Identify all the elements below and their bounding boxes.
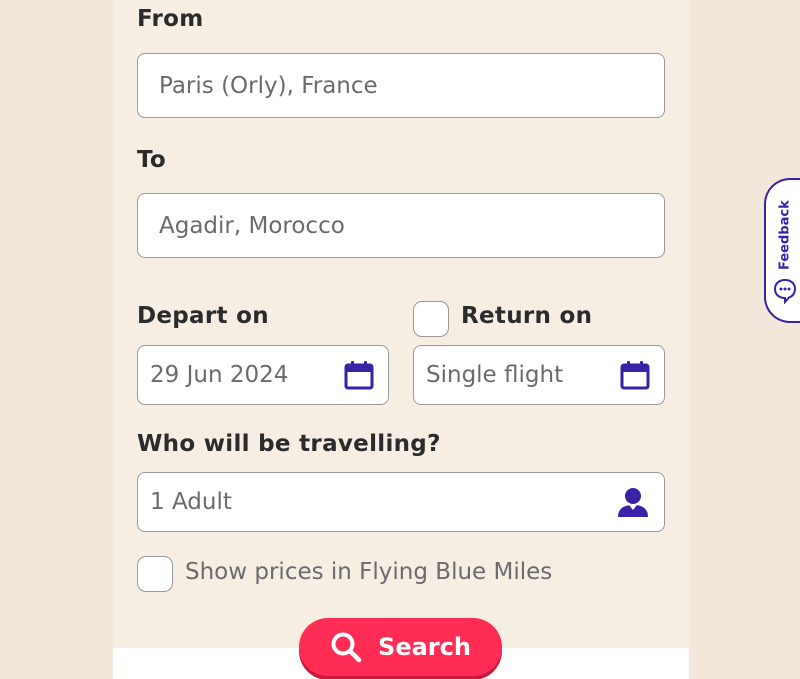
- depart-label: Depart on: [137, 303, 269, 329]
- to-input[interactable]: Agadir, Morocco: [137, 193, 665, 258]
- return-value: Single flight: [426, 362, 564, 388]
- to-label: To: [137, 147, 167, 173]
- feedback-tab[interactable]: Feedback: [764, 178, 800, 323]
- search-icon: [331, 632, 362, 663]
- return-date-input[interactable]: Single flight: [413, 345, 665, 405]
- from-input[interactable]: Paris (Orly), France: [137, 53, 665, 118]
- return-label: Return on: [461, 303, 593, 329]
- travellers-value: 1 Adult: [150, 489, 232, 515]
- calendar-icon[interactable]: [344, 360, 374, 390]
- calendar-icon[interactable]: [620, 360, 650, 390]
- depart-value: 29 Jun 2024: [150, 362, 289, 388]
- search-button-label: Search: [378, 633, 471, 661]
- travellers-label: Who will be travelling?: [137, 431, 441, 457]
- miles-label: Show prices in Flying Blue Miles: [185, 559, 553, 585]
- from-value: Paris (Orly), France: [159, 72, 378, 99]
- return-checkbox[interactable]: [413, 301, 449, 337]
- depart-date-input[interactable]: 29 Jun 2024: [137, 345, 389, 405]
- miles-checkbox[interactable]: [137, 556, 173, 592]
- search-button[interactable]: Search: [299, 618, 502, 676]
- speech-bubble-icon: [773, 278, 797, 304]
- to-value: Agadir, Morocco: [159, 212, 345, 239]
- from-label: From: [137, 6, 204, 32]
- person-icon: [616, 486, 650, 518]
- feedback-label: Feedback: [777, 200, 793, 270]
- travellers-select[interactable]: 1 Adult: [137, 472, 665, 532]
